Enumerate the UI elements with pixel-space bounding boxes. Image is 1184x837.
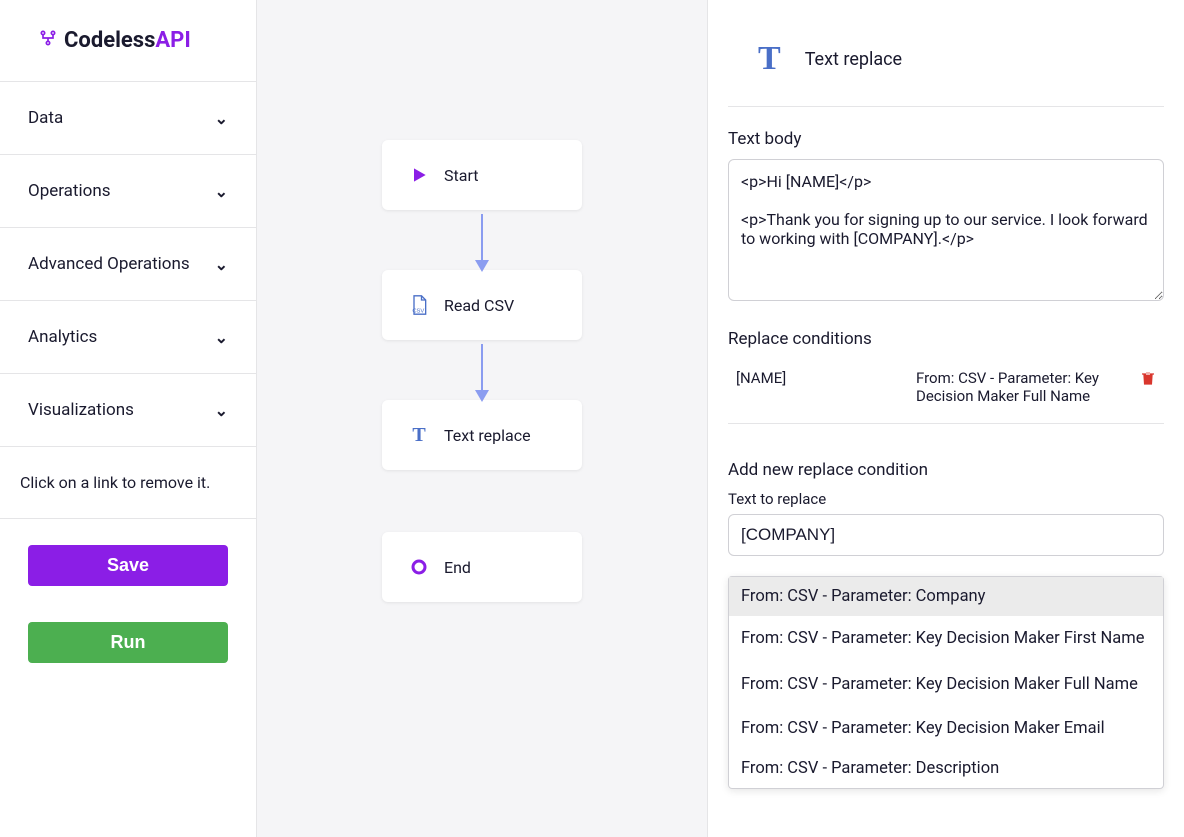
save-button[interactable]: Save: [28, 545, 228, 586]
node-text-replace[interactable]: T Text replace: [382, 400, 582, 470]
node-label: Read CSV: [444, 296, 514, 315]
node-read-csv[interactable]: CSV Read CSV: [382, 270, 582, 340]
sidebar-item-label: Advanced Operations: [28, 254, 190, 274]
sidebar-item-advanced-operations[interactable]: Advanced Operations ⌄: [0, 228, 256, 301]
logo-icon: [38, 28, 58, 53]
add-new-condition-label: Add new replace condition: [728, 460, 1164, 480]
condition-key: [NAME]: [736, 369, 916, 387]
logo-text: CodelessAPI: [64, 28, 191, 53]
sidebar-buttons: Save Run: [0, 519, 256, 689]
node-end[interactable]: End: [382, 532, 582, 602]
condition-row: [NAME] From: CSV - Parameter: Key Decisi…: [728, 359, 1164, 424]
chevron-down-icon: ⌄: [215, 182, 228, 201]
node-start[interactable]: Start: [382, 140, 582, 210]
text-body-input[interactable]: [728, 159, 1164, 301]
logo[interactable]: CodelessAPI: [0, 0, 256, 82]
dropdown-item[interactable]: From: CSV - Parameter: Key Decision Make…: [729, 616, 1163, 662]
node-label: Text replace: [444, 426, 531, 445]
sidebar-item-operations[interactable]: Operations ⌄: [0, 155, 256, 228]
sidebar-item-visualizations[interactable]: Visualizations ⌄: [0, 374, 256, 447]
node-label: End: [444, 558, 471, 577]
dropdown-item[interactable]: From: CSV - Parameter: Key Decision Make…: [729, 708, 1163, 748]
sidebar-item-label: Data: [28, 108, 63, 128]
dropdown-item[interactable]: From: CSV - Parameter: Company: [729, 577, 1163, 616]
node-label: Start: [444, 166, 478, 185]
sidebar-item-label: Visualizations: [28, 400, 134, 420]
workflow-canvas[interactable]: Start CSV Read CSV T Text replace End: [257, 0, 708, 837]
connector[interactable]: [481, 344, 483, 400]
sidebar-hint: Click on a link to remove it.: [0, 447, 256, 519]
text-to-replace-input[interactable]: [728, 514, 1164, 556]
sidebar-item-label: Operations: [28, 181, 111, 201]
dropdown-item[interactable]: From: CSV - Parameter: Key Decision Make…: [729, 662, 1163, 708]
panel-header: T Text replace: [728, 40, 1164, 107]
svg-text:CSV: CSV: [412, 309, 424, 315]
csv-file-icon: CSV: [408, 294, 430, 316]
text-icon: T: [758, 40, 781, 78]
text-body-label: Text body: [728, 129, 1164, 149]
text-to-replace-label: Text to replace: [728, 490, 1164, 508]
chevron-down-icon: ⌄: [215, 255, 228, 274]
connector[interactable]: [481, 214, 483, 270]
trash-icon[interactable]: [1140, 369, 1156, 392]
chevron-down-icon: ⌄: [215, 109, 228, 128]
sidebar-item-data[interactable]: Data ⌄: [0, 82, 256, 155]
replace-conditions-label: Replace conditions: [728, 329, 1164, 349]
text-icon: T: [408, 424, 430, 446]
chevron-down-icon: ⌄: [215, 328, 228, 347]
dropdown-item[interactable]: From: CSV - Parameter: Description: [729, 748, 1163, 788]
panel-title: Text replace: [805, 49, 902, 70]
replace-source-dropdown[interactable]: From: CSV - Parameter: Company From: CSV…: [728, 576, 1164, 789]
run-button[interactable]: Run: [28, 622, 228, 663]
chevron-down-icon: ⌄: [215, 401, 228, 420]
end-icon: [408, 556, 430, 578]
properties-panel: T Text replace Text body Replace conditi…: [708, 0, 1184, 837]
sidebar-item-label: Analytics: [28, 327, 97, 347]
sidebar-item-analytics[interactable]: Analytics ⌄: [0, 301, 256, 374]
sidebar: CodelessAPI Data ⌄ Operations ⌄ Advanced…: [0, 0, 257, 837]
condition-value: From: CSV - Parameter: Key Decision Make…: [916, 369, 1140, 405]
play-icon: [408, 164, 430, 186]
